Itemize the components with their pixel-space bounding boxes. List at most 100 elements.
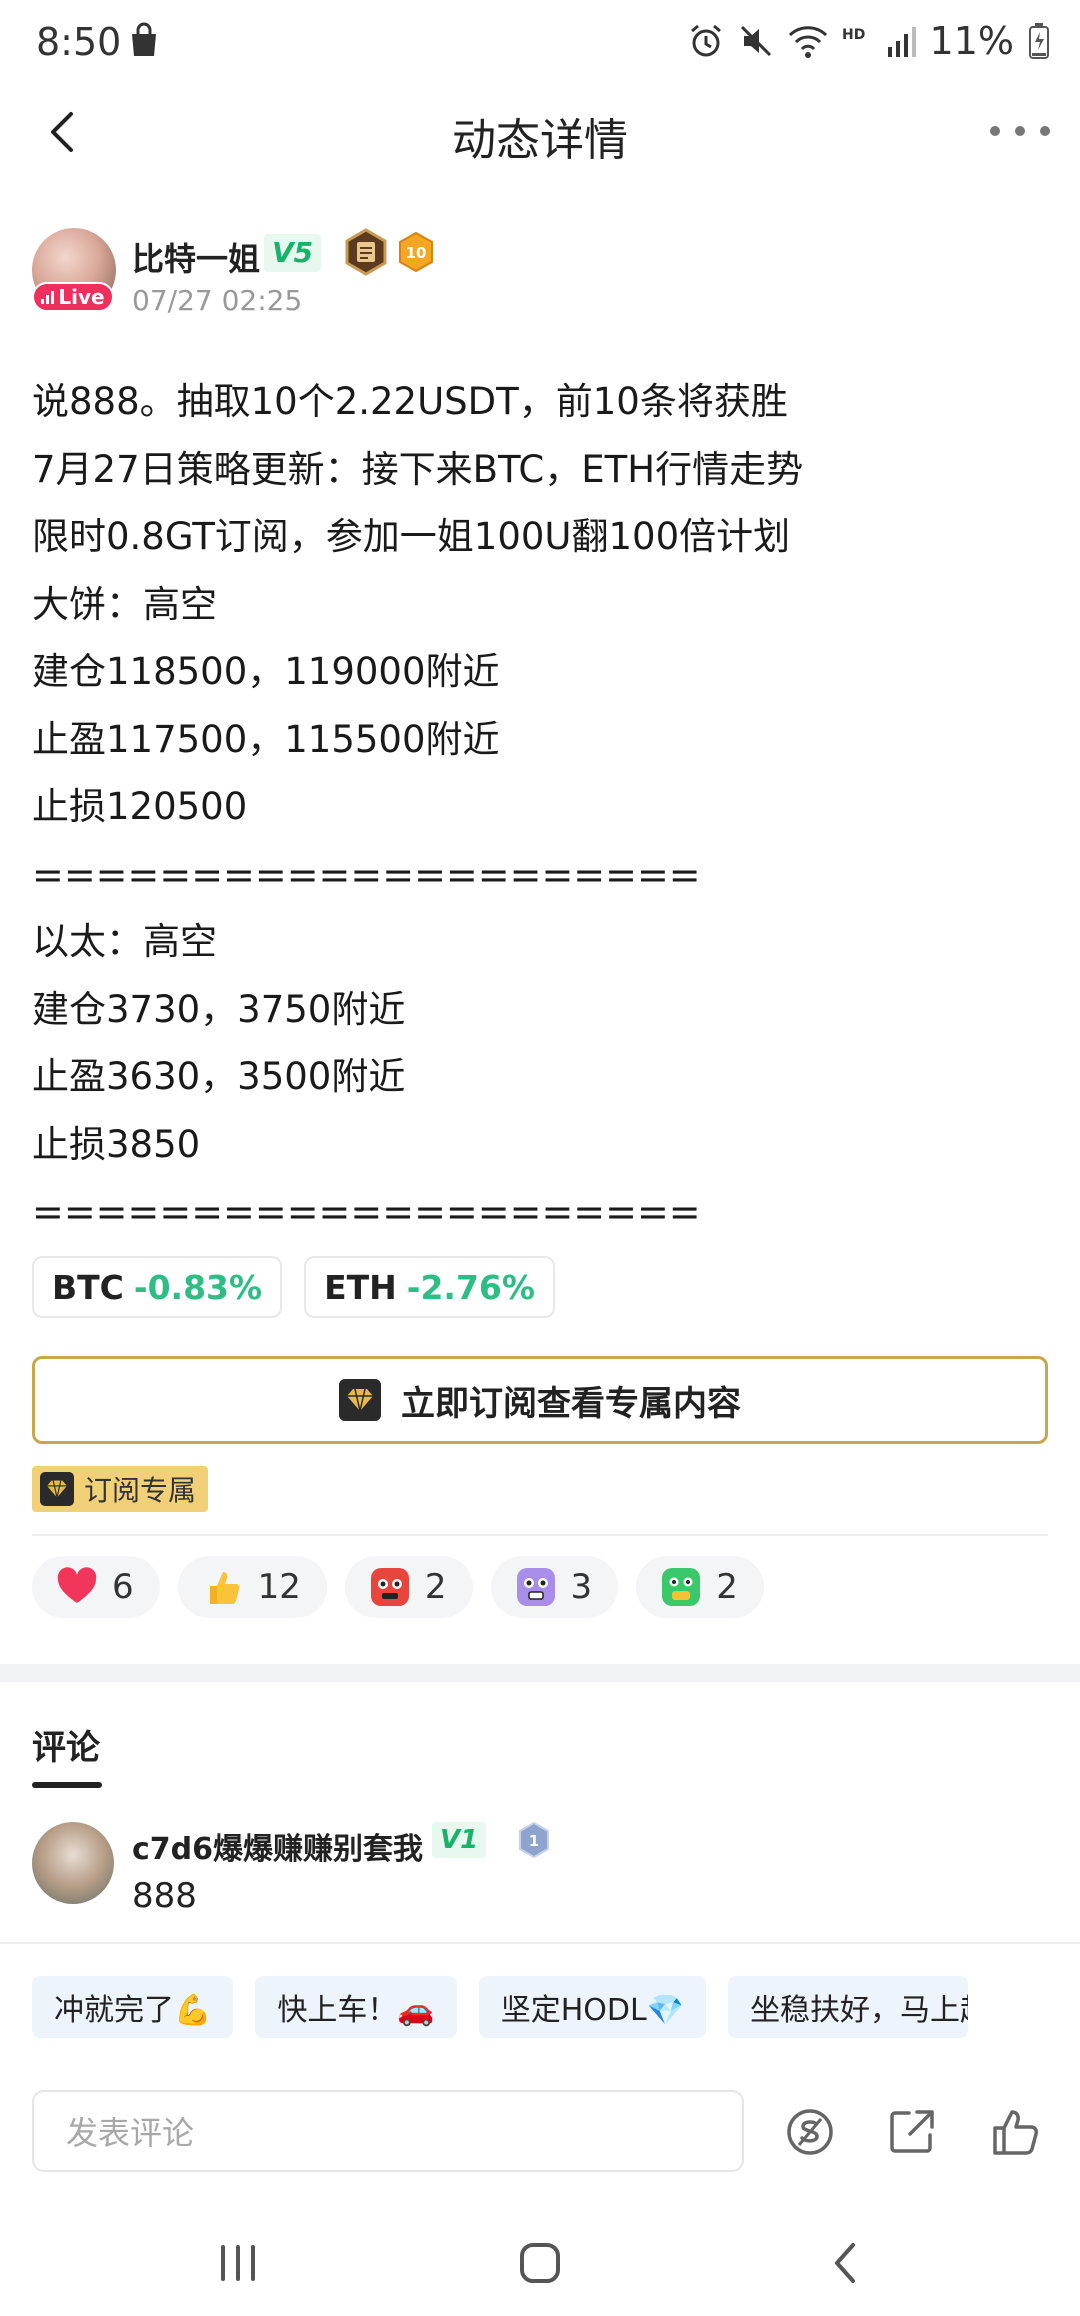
wifi-icon [788, 26, 827, 58]
post-time: 07/27 02:25 [132, 284, 303, 317]
reaction-heart[interactable]: 6 [32, 1556, 160, 1618]
post-line: 止损3850 [32, 1122, 201, 1166]
quick-reply-chip[interactable]: 坐稳扶好，马上起飞 [728, 1976, 969, 2038]
reaction-angry[interactable]: 2 [344, 1556, 473, 1618]
battery-percent: 11% [929, 19, 1014, 63]
author-name[interactable]: 比特一姐 [132, 234, 260, 280]
thumbs-up-emoji-icon [209, 1572, 240, 1604]
ticker-list: BTC -0.83% ETH -2.76% [32, 1256, 555, 1318]
ticker-symbol: BTC [52, 1267, 124, 1307]
shocked-face-icon [516, 1568, 555, 1606]
post-line: 说888。抽取10个2.22USDT，前10条将获胜 [32, 380, 788, 423]
signal-icon [887, 27, 916, 57]
battery-icon [1029, 23, 1049, 59]
svg-text:HD: HD [842, 27, 865, 43]
ticker-symbol: ETH [324, 1267, 397, 1307]
quick-reply-chip[interactable]: 坚定HODL💎 [478, 1976, 707, 2038]
reaction-sick[interactable]: 2 [636, 1556, 764, 1618]
commenter-avatar[interactable] [32, 1822, 114, 1904]
post-line: 止损120500 [32, 785, 248, 828]
level-medal-icon: 10 [399, 232, 433, 272]
top-nav-bar: 动态详情 [0, 84, 1080, 184]
more-dots-icon [990, 126, 1000, 136]
heart-icon [57, 1567, 97, 1603]
section-divider [0, 1664, 1080, 1682]
post-line: 大饼：高空 [32, 582, 217, 626]
home-button[interactable] [510, 2238, 570, 2288]
post-line: 建仓118500，119000附近 [32, 650, 500, 693]
level-medal-icon: 1 [519, 1822, 549, 1858]
post-line: 止盈3630，3500附近 [32, 1055, 406, 1098]
status-icons: HD 11% [688, 18, 1050, 64]
reaction-count: 6 [112, 1567, 134, 1607]
post-line: 止盈117500，115500附近 [32, 717, 500, 761]
vip-badge: V5 [264, 234, 322, 272]
post-line: 7月27日策略更新：接下来BTC，ETH行情走势 [32, 447, 804, 491]
medal-level: 10 [406, 244, 427, 262]
like-button[interactable] [988, 2104, 1044, 2160]
subscribe-button[interactable]: 立即订阅查看专属内容 [32, 1356, 1048, 1444]
quick-reply-list: 冲就完了💪 快上车！🚗 坚定HODL💎 坐稳扶好，马上起飞 [32, 1976, 969, 2038]
reaction-shocked[interactable]: 3 [490, 1556, 619, 1618]
ticker-eth[interactable]: ETH -2.76% [304, 1256, 555, 1318]
tip-button[interactable] [782, 2104, 838, 2160]
post-content: 说888。抽取10个2.22USDT，前10条将获胜 7月27日策略更新：接下来… [32, 372, 1052, 1250]
tip-coin-icon [787, 2109, 833, 2155]
shopping-bag-icon [132, 22, 156, 56]
comment-text: 888 [132, 1876, 197, 1916]
status-bar: 8:50 HD 11% [0, 0, 1080, 84]
diamond-icon [339, 1379, 381, 1421]
alarm-icon [690, 24, 721, 57]
tab-indicator [32, 1782, 102, 1788]
comment-composer: 冲就完了💪 快上车！🚗 坚定HODL💎 坐稳扶好，马上起飞 发表评论 [0, 1942, 1080, 2208]
back-icon [835, 2243, 855, 2283]
diamond-icon [40, 1472, 74, 1506]
angry-face-icon [370, 1568, 409, 1606]
medal-level: 1 [529, 1832, 539, 1850]
post-line: 限时0.8GT订阅，参加一姐100U翻100倍计划 [32, 515, 791, 558]
reaction-count: 2 [716, 1567, 738, 1607]
status-time: 8:50 [36, 20, 122, 64]
system-nav-bar [0, 2208, 1080, 2316]
reaction-list: 6 12 2 3 2 [32, 1556, 764, 1618]
live-label: Live [58, 285, 105, 309]
comment-input[interactable]: 发表评论 [32, 2090, 744, 2172]
post-separator: ===================== [32, 1190, 701, 1234]
hd-icon: HD [842, 27, 865, 43]
reaction-thumbs-up[interactable]: 12 [177, 1556, 327, 1618]
quick-reply-chip[interactable]: 冲就完了💪 [32, 1976, 234, 2038]
more-button[interactable] [990, 106, 1050, 156]
page-title: 动态详情 [452, 115, 628, 166]
divider [32, 1534, 1048, 1536]
reaction-count: 12 [257, 1567, 301, 1607]
live-bars-icon [41, 290, 55, 304]
comment-item: c7d6爆爆赚赚别套我 V1 1 888 [32, 1822, 1048, 1942]
post-separator: ===================== [32, 852, 701, 897]
comments-tab[interactable]: 评论 [32, 1720, 100, 1769]
share-button[interactable] [884, 2104, 940, 2160]
sick-face-icon [662, 1568, 701, 1606]
ticker-btc[interactable]: BTC -0.83% [32, 1256, 283, 1318]
subscriber-only-label: 订阅专属 [84, 1474, 197, 1507]
commenter-name[interactable]: c7d6爆爆赚赚别套我 [132, 1824, 423, 1868]
ticker-change: -2.76% [406, 1267, 535, 1307]
recent-apps-icon [221, 2245, 255, 2281]
post-line: 建仓3730，3750附近 [32, 987, 406, 1031]
recent-apps-button[interactable] [208, 2238, 268, 2288]
scroll-medal-icon [345, 228, 387, 276]
subscriber-only-tag: 订阅专属 [32, 1466, 209, 1512]
author-header: Live 比特一姐 V5 10 07/27 02:25 [32, 228, 1052, 328]
mute-icon [740, 25, 771, 57]
reaction-count: 3 [570, 1567, 593, 1607]
live-badge[interactable]: Live [32, 282, 114, 312]
home-icon [520, 2243, 560, 2283]
vip-badge: V1 [432, 1822, 487, 1858]
quick-reply-chip[interactable]: 快上车！🚗 [255, 1976, 457, 2038]
post-line: 以太：高空 [32, 920, 217, 963]
reaction-count: 2 [424, 1567, 447, 1607]
subscribe-label: 立即订阅查看专属内容 [401, 1383, 741, 1424]
share-icon [890, 2110, 934, 2153]
like-icon [993, 2110, 1038, 2155]
ticker-change: -0.83% [133, 1267, 263, 1307]
system-back-button[interactable] [814, 2238, 874, 2288]
